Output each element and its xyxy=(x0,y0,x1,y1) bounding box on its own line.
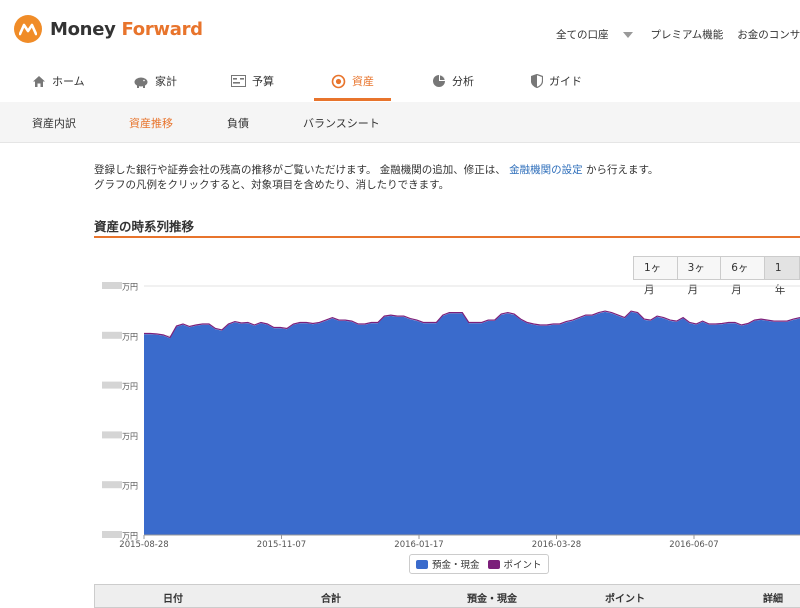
sub-nav: 資産内訳 資産推移 負債 バランスシート xyxy=(0,102,800,143)
pie-chart-icon xyxy=(433,75,445,87)
y-tick-label: 万円 xyxy=(122,432,138,441)
nav-label: 家計 xyxy=(155,75,177,88)
premium-link[interactable]: プレミアム機能 xyxy=(651,27,724,42)
y-tick-value-redacted xyxy=(102,282,122,289)
main-nav: ホーム 家計 予算 資産 分析 ガイド xyxy=(0,62,800,103)
range-6month-button[interactable]: 6ヶ月 xyxy=(720,256,765,296)
nav-label: 分析 xyxy=(452,75,474,88)
y-tick-label: 万円 xyxy=(122,283,138,292)
y-tick-value-redacted xyxy=(102,531,122,538)
history-table-header: 日付 合計 預金・現金 ポイント 詳細 xyxy=(94,584,800,608)
piggy-bank-icon xyxy=(134,77,148,88)
asset-trend-chart: 万円万円万円万円万円万円2015-08-28 2015-11-07 2016-01-… xyxy=(102,282,800,550)
col-detail: 詳細 xyxy=(763,594,783,605)
nav-item-guide[interactable]: ガイド xyxy=(531,62,582,100)
intro-line1-end: から行えます。 xyxy=(582,164,659,176)
y-tick-value-redacted xyxy=(102,381,122,389)
nav-item-home[interactable]: ホーム xyxy=(32,62,85,100)
chevron-down-icon[interactable] xyxy=(622,31,633,38)
budget-icon xyxy=(231,75,246,87)
x-tick-label: 2015-11-07 xyxy=(257,540,306,550)
y-tick-value-redacted xyxy=(102,481,122,489)
nav-item-assets[interactable]: 資産 xyxy=(331,62,374,100)
col-total: 合計 xyxy=(321,594,341,605)
y-tick-label: 万円 xyxy=(122,332,138,341)
nav-label: 予算 xyxy=(252,75,274,88)
brand-name: Money Forward xyxy=(50,18,203,40)
intro-line1: 登録した銀行や証券会社の残高の推移がご覧いただけます。 金融機関の追加、修正は、 xyxy=(94,164,510,176)
range-3month-button[interactable]: 3ヶ月 xyxy=(676,256,722,296)
y-tick-label: 万円 xyxy=(122,482,138,491)
legend-label: 預金・現金 xyxy=(432,560,480,571)
x-tick-label: 2016-06-07 xyxy=(669,540,718,550)
subnav-balance-sheet[interactable]: バランスシート xyxy=(303,115,380,131)
legend-swatch xyxy=(416,559,428,569)
series-area-deposits xyxy=(144,311,800,535)
legend-label: ポイント xyxy=(503,560,542,571)
subnav-asset-breakdown[interactable]: 資産内訳 xyxy=(32,115,76,131)
consult-link[interactable]: お金のコンサル xyxy=(737,27,800,42)
intro-text: 登録した銀行や証券会社の残高の推移がご覧いただけます。 金融機関の追加、修正は、… xyxy=(94,163,658,193)
col-date: 日付 xyxy=(163,594,183,605)
y-tick-value-redacted xyxy=(102,431,122,439)
legend-item-points[interactable]: ポイント xyxy=(487,557,542,571)
col-points: ポイント xyxy=(605,594,645,605)
header-links: 全ての口座 プレミアム機能 お金のコンサル xyxy=(556,27,800,42)
nav-label: 資産 xyxy=(352,75,374,88)
nav-item-household[interactable]: 家計 xyxy=(133,62,177,100)
nav-label: ガイド xyxy=(549,75,582,88)
subnav-liabilities[interactable]: 負債 xyxy=(227,115,249,131)
col-deposits: 預金・現金 xyxy=(467,594,517,605)
logo[interactable]: Money Forward xyxy=(14,15,203,43)
nav-active-indicator xyxy=(314,98,391,101)
intro-line2: グラフの凡例をクリックすると、対象項目を含めたり、消したりできます。 xyxy=(94,179,450,191)
nav-item-analysis[interactable]: 分析 xyxy=(432,62,474,100)
range-1month-button[interactable]: 1ヶ月 xyxy=(633,256,678,296)
institution-settings-link[interactable]: 金融機関の設定 xyxy=(509,164,583,176)
range-1year-button[interactable]: 1年 xyxy=(763,256,800,296)
range-buttons: 1ヶ月 3ヶ月 6ヶ月 1年 xyxy=(633,256,800,296)
x-tick-label: 2015-08-28 xyxy=(119,540,168,550)
guide-shield-icon xyxy=(531,74,543,88)
x-tick-label: 2016-01-17 xyxy=(394,540,443,550)
nav-label: ホーム xyxy=(52,75,85,88)
nav-item-budget[interactable]: 予算 xyxy=(231,62,274,100)
header: Money Forward 全ての口座 プレミアム機能 お金のコンサル xyxy=(0,0,800,62)
subnav-asset-trend[interactable]: 資産推移 xyxy=(129,115,173,131)
legend-swatch xyxy=(487,559,500,569)
asset-gear-icon xyxy=(331,74,346,88)
section-title: 資産の時系列推移 xyxy=(94,216,800,238)
y-tick-label: 万円 xyxy=(122,382,138,391)
x-tick-label: 2016-03-28 xyxy=(532,540,581,550)
y-tick-value-redacted xyxy=(102,331,122,339)
legend-item-deposits[interactable]: 預金・現金 xyxy=(416,557,480,571)
logo-mark-icon xyxy=(14,15,42,43)
home-icon xyxy=(33,75,45,87)
account-select[interactable]: 全ての口座 xyxy=(556,27,609,42)
chart-legend: 預金・現金 ポイント xyxy=(409,554,549,574)
